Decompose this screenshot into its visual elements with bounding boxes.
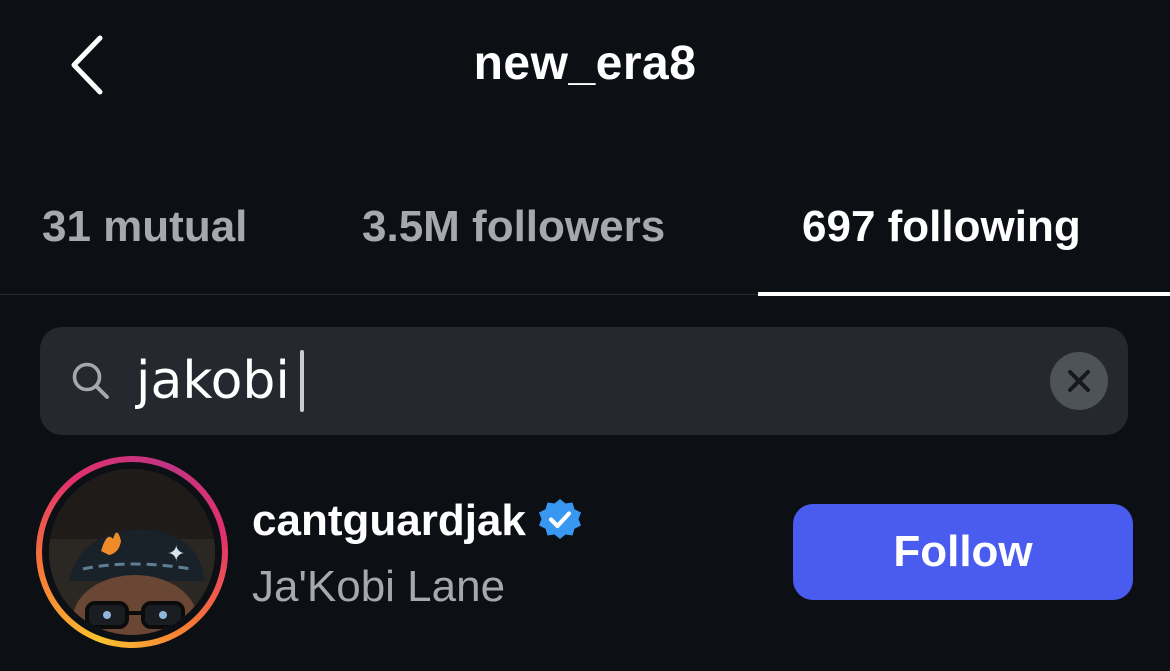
page-title: new_era8 bbox=[473, 37, 697, 90]
profile-photo: ✦ bbox=[49, 469, 215, 635]
search-icon bbox=[72, 362, 109, 399]
search-input[interactable]: jakobi bbox=[136, 345, 304, 417]
active-tab-indicator bbox=[758, 292, 1170, 296]
full-name: Ja'Kobi Lane bbox=[252, 562, 506, 611]
username: cantguardjak bbox=[252, 496, 526, 545]
tab-mutual[interactable]: 31 mutual bbox=[42, 202, 247, 252]
avatar: ✦ bbox=[49, 469, 215, 635]
search-input-value: jakobi bbox=[136, 351, 290, 411]
tab-following[interactable]: 697 following bbox=[802, 202, 1081, 252]
tab-followers[interactable]: 3.5M followers bbox=[362, 202, 665, 252]
verified-badge-icon bbox=[538, 499, 581, 539]
username-link[interactable]: cantguardjak bbox=[252, 496, 584, 546]
story-ring[interactable]: ✦ bbox=[36, 456, 228, 648]
text-caret bbox=[299, 350, 304, 412]
svg-text:✦: ✦ bbox=[167, 542, 185, 567]
search-bar[interactable]: jakobi bbox=[40, 327, 1128, 435]
clear-search-button[interactable] bbox=[1050, 352, 1108, 410]
follow-button[interactable]: Follow bbox=[793, 504, 1133, 600]
close-icon bbox=[1068, 370, 1090, 392]
following-screen: new_era8 31 mutual 3.5M followers 697 fo… bbox=[0, 0, 1170, 671]
tab-bar: 31 mutual 3.5M followers 697 following bbox=[0, 170, 1170, 296]
list-item[interactable]: ✦ cantguardjak Ja'Kobi Lane Follow bbox=[0, 452, 1170, 657]
